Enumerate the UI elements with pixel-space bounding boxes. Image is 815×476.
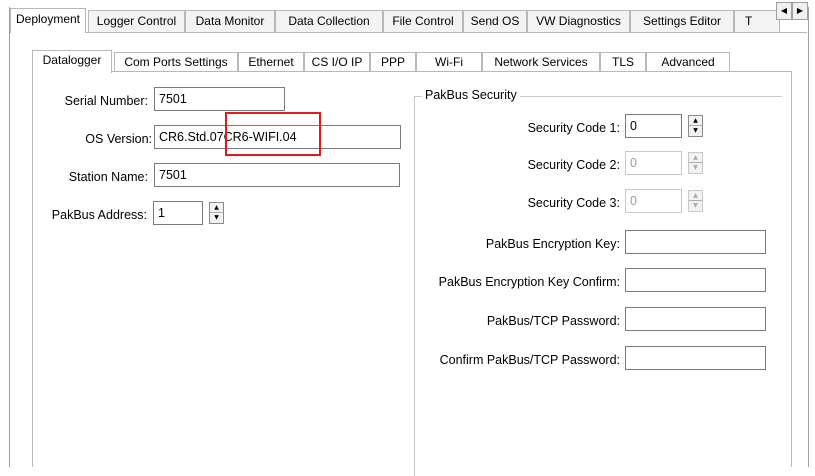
window-frame: Deployment Logger Control Data Monitor D… bbox=[0, 0, 815, 476]
tab-send-os[interactable]: Send OS bbox=[463, 10, 527, 32]
triangle-up-icon[interactable]: ▲ bbox=[210, 203, 223, 213]
tab-data-collection[interactable]: Data Collection bbox=[275, 10, 383, 32]
sub-tab-strip: Datalogger Com Ports Settings Ethernet C… bbox=[32, 50, 762, 73]
serial-number-label: Serial Number: bbox=[64, 94, 148, 108]
tab-wi-fi[interactable]: Wi-Fi bbox=[416, 52, 482, 72]
tcp-password-field[interactable] bbox=[625, 307, 766, 331]
triangle-up-icon: ▲ bbox=[689, 191, 702, 201]
top-tab-strip: Deployment Logger Control Data Monitor D… bbox=[10, 8, 806, 33]
tab-vw-diagnostics[interactable]: VW Diagnostics bbox=[527, 10, 630, 32]
serial-number-field[interactable]: 7501 bbox=[154, 87, 285, 111]
triangle-down-icon: ▼ bbox=[693, 202, 698, 209]
security-code-1-field[interactable]: 0 bbox=[625, 114, 682, 138]
tab-com-ports-settings[interactable]: Com Ports Settings bbox=[114, 52, 238, 72]
security-code-3-label: Security Code 3: bbox=[527, 196, 620, 210]
tab-datalogger[interactable]: Datalogger bbox=[32, 50, 112, 73]
security-code-1-label: Security Code 1: bbox=[527, 121, 620, 135]
encryption-key-field[interactable] bbox=[625, 230, 766, 254]
tab-tls[interactable]: TLS bbox=[600, 52, 646, 72]
tab-ethernet[interactable]: Ethernet bbox=[238, 52, 304, 72]
triangle-down-icon[interactable]: ▼ bbox=[210, 213, 223, 223]
tab-scroll-arrows: ◀ ▶ bbox=[776, 2, 808, 20]
security-code-3-field: 0 bbox=[625, 189, 682, 213]
triangle-up-icon[interactable]: ▲ bbox=[689, 116, 702, 126]
tab-ppp[interactable]: PPP bbox=[370, 52, 416, 72]
triangle-left-icon[interactable]: ◀ bbox=[776, 2, 792, 20]
tab-deployment[interactable]: Deployment bbox=[10, 8, 86, 33]
pakbus-address-stepper[interactable]: ▲ ▼ bbox=[209, 202, 224, 224]
triangle-up-icon: ▲ bbox=[689, 153, 702, 163]
station-name-label: Station Name: bbox=[68, 170, 148, 184]
os-version-std: CR6.Std.07 bbox=[159, 130, 224, 144]
triangle-right-icon[interactable]: ▶ bbox=[792, 2, 808, 20]
tcp-password-label: PakBus/TCP Password: bbox=[486, 314, 620, 328]
encryption-key-confirm-label: PakBus Encryption Key Confirm: bbox=[438, 275, 620, 289]
tab-advanced[interactable]: Advanced bbox=[646, 52, 730, 72]
encryption-key-label: PakBus Encryption Key: bbox=[485, 237, 620, 251]
confirm-tcp-password-field[interactable] bbox=[625, 346, 766, 370]
tab-network-services[interactable]: Network Services bbox=[482, 52, 600, 72]
station-name-field[interactable]: 7501 bbox=[154, 163, 400, 187]
tab-logger-control[interactable]: Logger Control bbox=[88, 10, 185, 32]
pakbus-address-label: PakBus Address: bbox=[51, 208, 147, 222]
tab-truncated[interactable]: T bbox=[734, 10, 780, 32]
os-version-highlight-box bbox=[225, 112, 321, 156]
tab-cs-io-ip[interactable]: CS I/O IP bbox=[304, 52, 370, 72]
os-version-label: OS Version: bbox=[85, 132, 152, 146]
tab-data-monitor[interactable]: Data Monitor bbox=[185, 10, 275, 32]
security-code-2-field: 0 bbox=[625, 151, 682, 175]
pakbus-address-field[interactable]: 1 bbox=[153, 201, 203, 225]
triangle-down-icon[interactable]: ▼ bbox=[689, 126, 702, 136]
tab-file-control[interactable]: File Control bbox=[383, 10, 463, 32]
security-code-3-stepper: ▲ ▼ bbox=[688, 190, 703, 212]
security-code-1-stepper[interactable]: ▲ ▼ bbox=[688, 115, 703, 137]
security-code-2-stepper: ▲ ▼ bbox=[688, 152, 703, 174]
encryption-key-confirm-field[interactable] bbox=[625, 268, 766, 292]
security-code-2-label: Security Code 2: bbox=[527, 158, 620, 172]
tab-settings-editor[interactable]: Settings Editor bbox=[630, 10, 734, 32]
triangle-down-icon: ▼ bbox=[693, 164, 698, 171]
pakbus-security-title: PakBus Security bbox=[422, 88, 520, 102]
confirm-tcp-password-label: Confirm PakBus/TCP Password: bbox=[439, 353, 620, 367]
